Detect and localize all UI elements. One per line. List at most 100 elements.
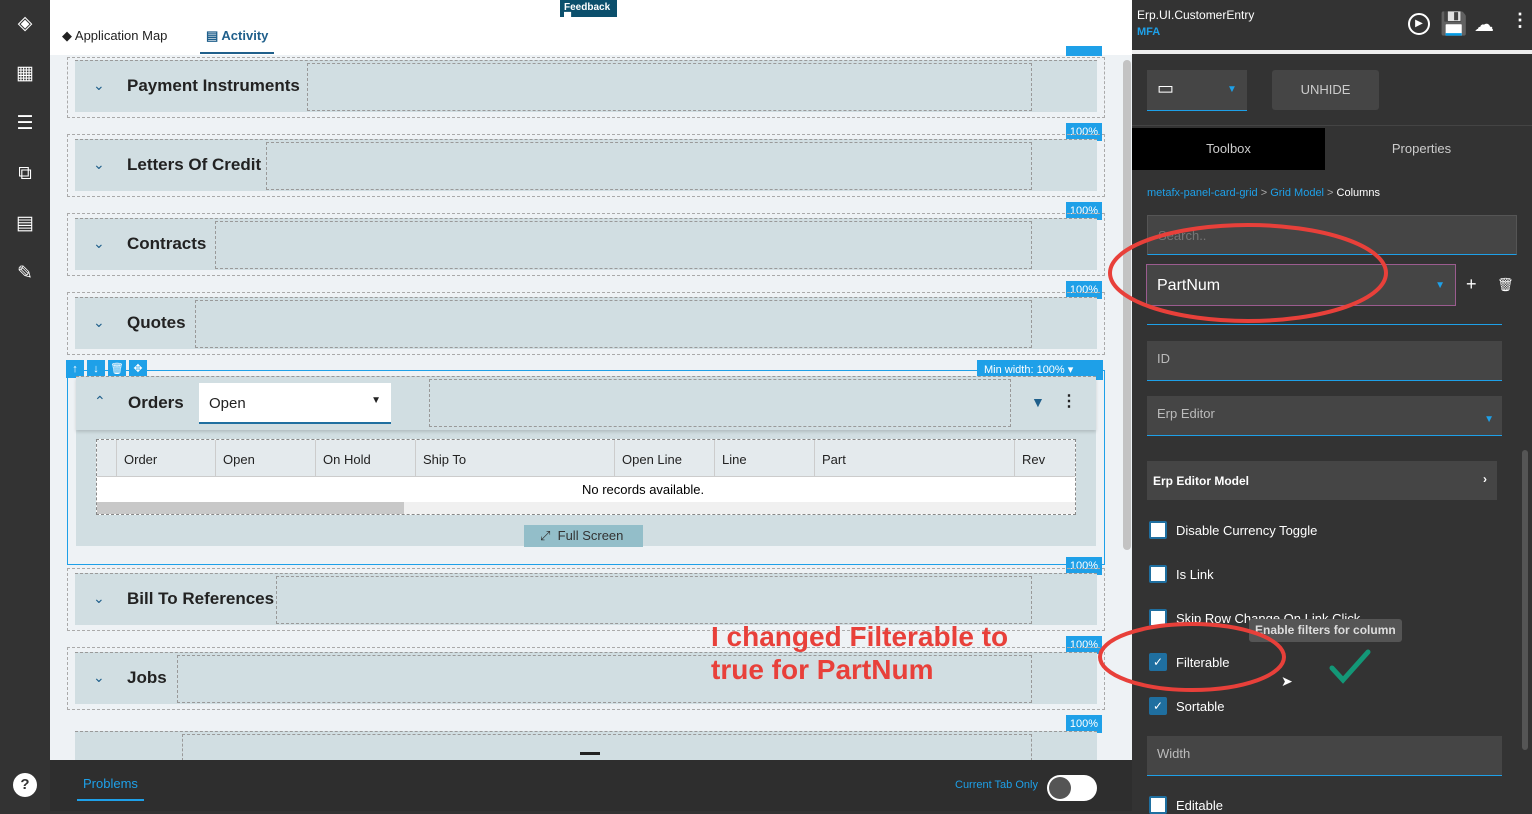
play-icon[interactable]: ▶ xyxy=(1408,13,1430,35)
drop-zone xyxy=(307,63,1032,111)
checkbox-editable[interactable] xyxy=(1149,796,1167,814)
checkbox-label: Sortable xyxy=(1176,699,1225,714)
expander-label: Erp Editor Model xyxy=(1153,474,1249,488)
mouse-cursor-icon: ➤ xyxy=(1281,673,1293,689)
scrollbar-thumb[interactable] xyxy=(97,502,404,514)
panel-title: Letters Of Credit xyxy=(127,155,262,174)
checkbox-label: Disable Currency Toggle xyxy=(1176,523,1318,538)
panel-title: Orders xyxy=(128,393,184,412)
column-header[interactable]: Open xyxy=(216,440,316,476)
panel-bill-to-references: ⌄ Bill To References xyxy=(75,573,1097,625)
chevron-down-icon[interactable]: ⌄ xyxy=(93,314,105,331)
expand-icon: ⤢ xyxy=(540,528,551,543)
laptop-icon: ▭ xyxy=(1157,78,1175,98)
caret-down-icon: ▼ xyxy=(371,395,381,406)
vertical-scrollbar[interactable] xyxy=(1522,450,1528,750)
checkbox-is-link[interactable] xyxy=(1149,565,1167,583)
panel-quotes: ⌄ Quotes xyxy=(75,297,1097,349)
column-header[interactable]: Open Line xyxy=(615,440,715,476)
device-dropdown[interactable]: ▭ ▼ xyxy=(1147,70,1247,111)
drop-zone xyxy=(195,300,1032,348)
panel-title: Payment Instruments xyxy=(127,76,300,95)
tooltip: Enable filters for column xyxy=(1249,619,1402,642)
feedback-label: Feedback xyxy=(564,2,611,13)
column-header[interactable]: Rev xyxy=(1015,440,1075,476)
annotation-line: true for PartNum xyxy=(711,654,934,685)
panel-title: Jobs xyxy=(127,668,167,687)
resize-handle[interactable] xyxy=(580,752,600,755)
layout-icon[interactable]: ▦ xyxy=(13,62,37,86)
tab-toolbox[interactable]: Toolbox xyxy=(1132,128,1325,170)
panel-title: Quotes xyxy=(127,313,186,332)
unhide-button[interactable]: UNHIDE xyxy=(1272,70,1379,110)
panel-title: Contracts xyxy=(127,234,207,253)
save-icon[interactable]: 💾 xyxy=(1440,11,1467,37)
toggle-knob xyxy=(1049,777,1071,799)
left-rail: ◈ ▦ ☰ ⧉ ▤ ✎ ? xyxy=(0,0,50,811)
annotation-text: I changed Filterable to true for PartNum xyxy=(711,620,1008,686)
filter-icon[interactable]: ▼ xyxy=(1031,394,1045,410)
layers-icon[interactable]: ◈ xyxy=(13,12,37,36)
chevron-down-icon[interactable]: ⌄ xyxy=(93,77,105,94)
trash-icon[interactable]: 🗑 xyxy=(1497,277,1514,293)
column-header[interactable]: Ship To xyxy=(416,440,615,476)
search-input[interactable] xyxy=(1147,215,1517,255)
caret-down-icon: ▼ xyxy=(1484,414,1494,425)
chevron-down-icon[interactable]: ⌄ xyxy=(93,669,105,686)
width-field[interactable]: Width xyxy=(1147,736,1502,776)
tab-activity[interactable]: ▤ Activity xyxy=(200,28,275,54)
divider xyxy=(1132,125,1532,126)
app-title: Erp.UI.CustomerEntry xyxy=(1137,8,1255,22)
tab-problems[interactable]: Problems xyxy=(77,776,144,801)
checkbox-sortable[interactable]: ✓ xyxy=(1149,697,1167,715)
chevron-down-icon[interactable]: ⌄ xyxy=(93,590,105,607)
properties-panel: Erp.UI.CustomerEntry MFA ▶ 💾 ☁ ⋮ ▭ ▼ UNHI… xyxy=(1132,0,1532,814)
column-header[interactable]: On Hold xyxy=(316,440,416,476)
orders-grid: Order Open On Hold Ship To Open Line Lin… xyxy=(96,439,1076,515)
checkbox-label: Is Link xyxy=(1176,567,1214,582)
more-options-icon[interactable]: ⋮ xyxy=(1061,391,1077,411)
erp-editor-select[interactable]: Erp Editor ▼ xyxy=(1147,396,1502,436)
cloud-upload-icon[interactable]: ☁ xyxy=(1474,12,1494,37)
checkbox-skip-row-change[interactable] xyxy=(1149,609,1167,627)
full-screen-button[interactable]: ⤢ Full Screen xyxy=(524,525,643,547)
divider xyxy=(1132,50,1532,54)
feedback-button[interactable]: Feedback ▀ xyxy=(560,0,617,24)
divider xyxy=(1147,324,1502,325)
vertical-scrollbar[interactable] xyxy=(1123,60,1131,550)
panel-orders: ⌃ Orders Open ▼ ▼ ⋮ Order Open On Hold Sh… xyxy=(76,376,1096,547)
chevron-right-icon: › xyxy=(1483,472,1487,486)
drop-zone xyxy=(182,734,1032,761)
drop-zone xyxy=(429,379,1011,427)
id-field[interactable]: ID xyxy=(1147,341,1502,381)
edit-doc-icon[interactable]: ✎ xyxy=(13,262,37,286)
current-tab-only-toggle[interactable] xyxy=(1047,775,1097,801)
breadcrumb-link[interactable]: metafx-panel-card-grid xyxy=(1147,187,1258,199)
help-icon[interactable]: ? xyxy=(13,773,37,797)
column-header[interactable]: Line xyxy=(715,440,815,476)
add-icon[interactable]: + xyxy=(1466,274,1477,295)
checkbox-filterable[interactable]: ✓ xyxy=(1149,653,1167,671)
erp-editor-model-expander[interactable]: Erp Editor Model › xyxy=(1147,461,1497,500)
more-vert-icon[interactable]: ⋮ xyxy=(1511,10,1529,31)
flow-icon[interactable]: ⧉ xyxy=(13,162,37,186)
table-icon[interactable]: ▤ xyxy=(13,212,37,236)
column-select[interactable]: PartNum ▼ xyxy=(1146,264,1456,306)
tab-properties[interactable]: Properties xyxy=(1325,128,1518,170)
horizontal-scrollbar[interactable] xyxy=(97,502,1075,514)
grid-header-spacer xyxy=(97,440,117,476)
checklist-icon[interactable]: ☰ xyxy=(13,112,37,136)
chevron-down-icon[interactable]: ⌄ xyxy=(93,156,105,173)
drop-zone xyxy=(215,221,1032,269)
breadcrumb-link[interactable]: Grid Model xyxy=(1270,187,1324,199)
column-header[interactable]: Order xyxy=(117,440,216,476)
checkbox-disable-currency-toggle[interactable] xyxy=(1149,521,1167,539)
chevron-up-icon[interactable]: ⌃ xyxy=(94,393,106,410)
tab-application-map[interactable]: ◆ Application Map xyxy=(62,28,167,44)
erp-editor-label: Erp Editor xyxy=(1157,406,1215,421)
chevron-down-icon[interactable]: ⌄ xyxy=(93,235,105,252)
orders-filter-dropdown[interactable]: Open ▼ xyxy=(199,383,391,424)
column-header[interactable]: Part xyxy=(815,440,1015,476)
panel-contracts: ⌄ Contracts xyxy=(75,218,1097,270)
annotation-line: I changed Filterable to xyxy=(711,621,1009,652)
